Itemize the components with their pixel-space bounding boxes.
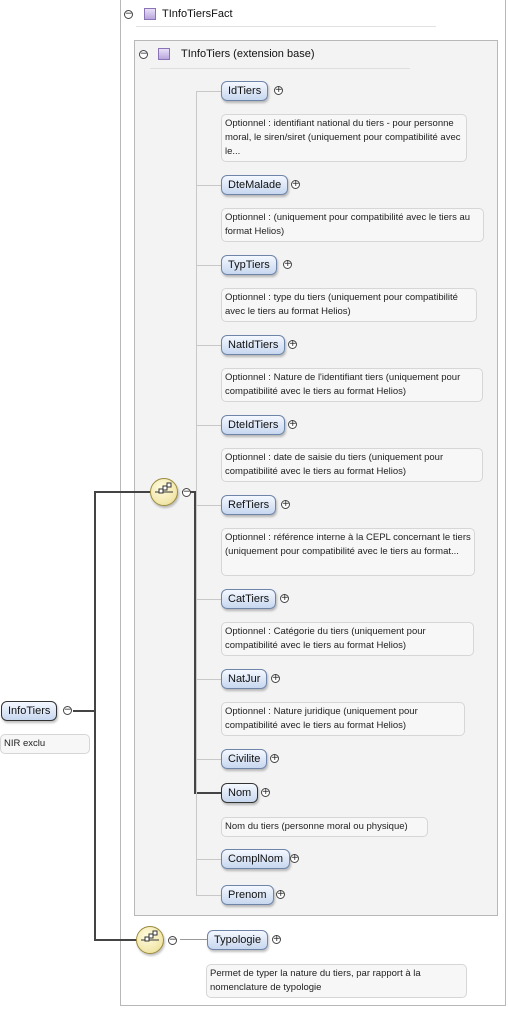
element-node-civilite[interactable]: Civilite — [221, 749, 268, 769]
element-doc-nom: Nom du tiers (personne moral ou physique… — [221, 817, 428, 837]
element-node-natjur[interactable]: NatJur — [221, 669, 268, 689]
element-doc-natjur: Optionnel : Nature juridique (uniquement… — [221, 702, 465, 736]
complex-type-icon — [144, 8, 156, 20]
expand-icon[interactable]: + — [280, 594, 289, 603]
collapse-outer-type-icon[interactable]: − — [124, 10, 133, 19]
expand-icon[interactable]: + — [274, 86, 283, 95]
element-node-idtiers[interactable]: IdTiers — [221, 81, 269, 101]
optional-connector — [196, 895, 221, 896]
expand-icon[interactable]: + — [288, 340, 297, 349]
outer-type-divider — [136, 26, 436, 27]
expand-icon[interactable]: + — [290, 854, 299, 863]
element-doc-dtemalade: Optionnel : (uniquement pour compatibili… — [221, 208, 484, 242]
element-node-reftiers[interactable]: RefTiers — [221, 495, 277, 515]
collapse-sequence-icon[interactable]: − — [168, 936, 177, 945]
seq2-to-typologie-connector — [180, 939, 208, 940]
optional-connector — [196, 679, 221, 680]
expand-icon[interactable]: + — [261, 788, 270, 797]
expand-icon[interactable]: + — [272, 935, 281, 944]
outer-type-label: TInfoTiersFact — [162, 8, 233, 20]
optional-vertical — [196, 91, 197, 896]
element-node-dteidtiers[interactable]: DteIdTiers — [221, 415, 286, 435]
expand-icon[interactable]: + — [291, 180, 300, 189]
element-node-cattiers[interactable]: CatTiers — [221, 589, 277, 609]
optional-connector — [196, 91, 221, 92]
element-node-nom[interactable]: Nom — [221, 783, 259, 803]
element-node-dtemalade[interactable]: DteMalade — [221, 175, 289, 195]
optional-connector — [196, 759, 221, 760]
element-node-typtiers[interactable]: TypTiers — [221, 255, 277, 275]
branch-top — [94, 491, 150, 493]
branch-vertical — [94, 491, 96, 941]
optional-connector — [196, 265, 221, 266]
element-doc-natidtiers: Optionnel : Nature de l'identifiant tier… — [221, 368, 483, 402]
element-doc-dteidtiers: Optionnel : date de saisie du tiers (uni… — [221, 448, 483, 482]
optional-connector — [196, 425, 221, 426]
inner-type-divider — [150, 68, 410, 69]
collapse-root-icon[interactable]: − — [63, 706, 72, 715]
complex-type-icon — [158, 48, 170, 60]
expand-icon[interactable]: + — [271, 674, 280, 683]
sequence-compositor-icon[interactable] — [150, 478, 178, 506]
element-doc-idtiers: Optionnel : identifiant national du tier… — [221, 114, 467, 162]
root-connector — [73, 710, 95, 712]
element-node-complnom[interactable]: ComplNom — [221, 849, 291, 869]
element-node-natidtiers[interactable]: NatIdTiers — [221, 335, 286, 355]
optional-connector — [196, 345, 221, 346]
optional-connector — [196, 505, 221, 506]
optional-connector — [196, 185, 221, 186]
collapse-inner-type-icon[interactable]: − — [139, 50, 148, 59]
element-node-prenom[interactable]: Prenom — [221, 885, 274, 905]
element-doc-cattiers: Optionnel : Catégorie du tiers (uniqueme… — [221, 622, 474, 656]
optional-connector — [196, 599, 221, 600]
root-element-node[interactable]: InfoTiers — [1, 701, 58, 721]
inner-type-label: TInfoTiers (extension base) — [181, 48, 315, 60]
element-doc-typtiers: Optionnel : type du tiers (uniquement po… — [221, 288, 477, 322]
expand-icon[interactable]: + — [288, 420, 297, 429]
nom-connector — [194, 792, 222, 794]
sequence-compositor-icon[interactable] — [136, 926, 164, 954]
expand-icon[interactable]: + — [281, 500, 290, 509]
branch-bottom — [94, 939, 136, 941]
expand-icon[interactable]: + — [270, 754, 279, 763]
element-node-typologie[interactable]: Typologie — [207, 930, 269, 950]
expand-icon[interactable]: + — [283, 260, 292, 269]
root-element-doc: NIR exclu — [0, 734, 90, 754]
element-doc-typologie: Permet de typer la nature du tiers, par … — [206, 964, 467, 998]
element-doc-reftiers: Optionnel : référence interne à la CEPL … — [221, 528, 475, 576]
collapse-sequence-icon[interactable]: − — [182, 488, 191, 497]
expand-icon[interactable]: + — [276, 890, 285, 899]
optional-connector — [196, 859, 221, 860]
